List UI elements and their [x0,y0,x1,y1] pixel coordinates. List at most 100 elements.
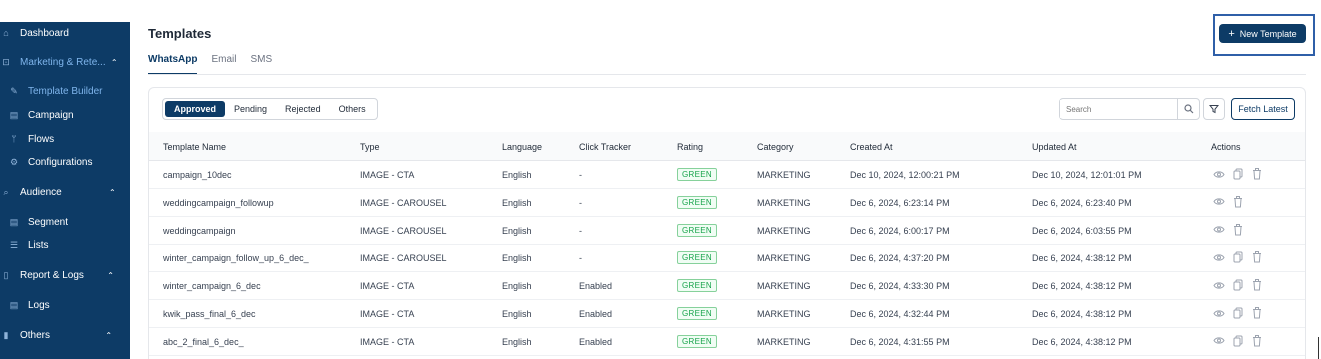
cell-updated-at: Dec 6, 2024, 4:38:12 PM [1032,281,1132,292]
log-icon: ▤ [9,299,19,310]
cell-updated-at: Dec 10, 2024, 12:01:01 PM [1032,170,1142,180]
chevron-up-icon[interactable]: ⌃ [111,58,118,67]
table-row: weddingcampaign IMAGE - CAROUSEL English - M… [149,217,1305,245]
plus-icon: + [1228,27,1235,40]
delete-icon[interactable] [1232,223,1244,236]
chevron-up-icon[interactable]: ⌃ [109,188,116,197]
col-rating: Rating [677,142,704,152]
sidebar-item-label: Campaign [28,109,74,121]
sidebar-item-label: Others [20,329,51,341]
col-template-name: Template Name [163,142,227,152]
filter-button[interactable] [1203,98,1225,120]
cell-template-name: abc_2_final_6_dec_ [163,336,244,347]
sidebar-item-label: Segment [28,216,69,228]
cell-created-at: Dec 6, 2024, 6:23:14 PM [850,197,950,208]
sidebar-item-audience[interactable]: ⌕ Audience ⌃ [0,183,115,201]
fetch-latest-button[interactable]: Fetch Latest [1231,98,1295,120]
delete-icon[interactable] [1251,307,1263,319]
copy-icon[interactable] [1232,251,1244,263]
cell-language: English [502,253,532,264]
search-icon [1183,104,1193,114]
cell-type: IMAGE - CAROUSEL [360,253,447,264]
templates-card: Approved Pending Rejected Others Fetch L… [148,87,1306,359]
sidebar-item-flows[interactable]: ᛘ Flows [8,130,54,148]
sidebar-item-label: Lists [28,239,49,251]
bar-icon: ▮ [3,329,9,340]
view-icon[interactable] [1213,224,1225,236]
view-icon[interactable] [1213,335,1225,347]
sidebar-item-segment[interactable]: ▤ Segment [8,213,68,231]
new-template-button[interactable]: + New Template [1219,24,1306,43]
delete-icon[interactable] [1251,279,1263,291]
funnel-icon [1209,105,1219,114]
sidebar-item-lists[interactable]: ☰ Lists [8,236,49,254]
search-button[interactable] [1177,99,1199,119]
chevron-up-icon[interactable]: ⌃ [107,271,114,280]
cell-template-name: campaign_10dec [163,170,232,180]
view-icon[interactable] [1213,196,1225,208]
cell-updated-at: Dec 6, 2024, 6:03:55 PM [1032,225,1132,236]
cell-click-tracker: Enabled [579,281,613,292]
cell-template-name: winter_campaign_6_dec [163,281,261,292]
cell-category: MARKETING [757,170,811,180]
cell-category: MARKETING [757,336,811,347]
sidebar-item-marketing[interactable]: ⊡ Marketing & Rete... ⌃ [0,53,117,71]
copy-icon[interactable] [1232,168,1244,180]
copy-icon[interactable] [1232,307,1244,319]
rating-badge: GREEN [677,195,717,209]
tab-email[interactable]: Email [211,54,236,75]
new-template-label: New Template [1239,28,1297,39]
cell-category: MARKETING [757,281,811,292]
row-actions [1213,168,1263,180]
chevron-up-icon[interactable]: ⌃ [105,331,112,340]
cell-language: English [502,309,532,319]
tab-whatsapp[interactable]: WhatsApp [148,54,198,75]
delete-icon[interactable] [1251,168,1263,180]
rating-badge: GREEN [677,168,717,181]
cell-language: English [502,225,532,236]
rating-badge: GREEN [677,251,717,265]
rating-badge: GREEN [677,223,717,237]
copy-icon[interactable] [1232,279,1244,291]
table-row: campaign_10dec IMAGE - CTA English - MARKETI… [149,161,1305,189]
sidebar-item-configurations[interactable]: ⚙ Configurations [8,153,93,171]
tab-sms[interactable]: SMS [250,54,272,75]
delete-icon[interactable] [1251,334,1263,347]
view-icon[interactable] [1213,279,1225,291]
tabs-divider [148,74,1306,75]
filter-pending[interactable]: Pending [225,101,276,117]
sidebar-item-campaign[interactable]: ▤ Campaign [8,106,74,124]
brush-icon: ✎ [10,85,18,96]
table-row: kwik_pass_final_6_dec IMAGE - CTA English E… [149,300,1305,328]
filter-rejected[interactable]: Rejected [276,101,330,117]
view-icon[interactable] [1213,307,1225,319]
cell-language: English [502,170,532,180]
cell-type: IMAGE - CTA [360,281,415,292]
cell-created-at: Dec 6, 2024, 4:32:44 PM [850,309,950,319]
cell-click-tracker: Enabled [579,309,613,319]
sidebar-item-dashboard[interactable]: ⌂ Dashboard [0,24,69,42]
sidebar-item-label: Configurations [28,156,93,168]
edge-divider [1318,337,1319,359]
filter-others[interactable]: Others [330,101,375,117]
table-row: winter_campaign_follow_up_6_dec_ IMAGE - … [149,244,1305,273]
search-input[interactable] [1060,100,1176,118]
cell-category: MARKETING [757,225,811,236]
delete-icon[interactable] [1232,195,1244,208]
col-type: Type [360,142,380,152]
sidebar-item-logs[interactable]: ▤ Logs [8,296,50,314]
table-row: weddingcampaign_followup IMAGE - CAROUSEL… [149,189,1305,217]
copy-icon[interactable] [1232,335,1244,347]
sidebar-item-others[interactable]: ▮ Others ⌃ [0,326,113,344]
filter-approved[interactable]: Approved [165,101,226,117]
cell-category: MARKETING [757,309,811,319]
sidebar-item-label: Template Builder [28,85,103,97]
delete-icon[interactable] [1251,251,1263,263]
view-icon[interactable] [1213,251,1225,263]
sidebar-item-report-logs[interactable]: ▯ Report & Logs ⌃ [0,266,114,284]
sidebar-item-template-builder[interactable]: ✎ Template Builder [8,82,102,100]
view-icon[interactable] [1213,168,1225,180]
segment-icon: ▤ [9,216,19,227]
cell-language: English [502,336,532,347]
sidebar-item-label: Dashboard [20,27,69,39]
